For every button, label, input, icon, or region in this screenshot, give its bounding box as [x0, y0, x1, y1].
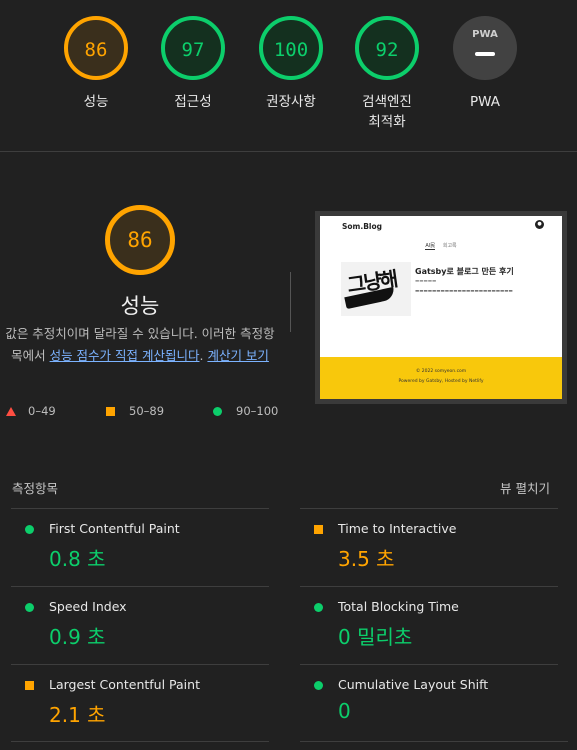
metrics-bottom-divider	[11, 741, 269, 742]
average-square-icon	[314, 525, 323, 534]
pass-circle-icon	[314, 681, 323, 690]
best-practices-label: 권장사항	[266, 94, 316, 110]
metric-speed-index[interactable]: Speed Index 0.9 초	[11, 586, 269, 665]
thumb-nav-item: 회고록	[442, 243, 457, 249]
metric-name: Cumulative Layout Shift	[338, 677, 489, 692]
pwa-icon: PWA	[472, 29, 498, 40]
calculator-link[interactable]: 계산기 보기	[207, 348, 268, 363]
thumb-nav-item: AI民	[425, 243, 436, 250]
pass-circle-icon	[314, 603, 323, 612]
expand-view-toggle[interactable]: 뷰 펼치기	[500, 478, 550, 497]
accessibility-score: 97	[181, 39, 205, 61]
pwa-minus-icon	[475, 52, 495, 56]
thumb-footer-copyright: © 2022 somyeon.com	[415, 369, 467, 374]
metrics-bottom-divider	[300, 741, 568, 742]
metrics-heading: 측정항목	[12, 481, 59, 496]
legend-pass: 90–100	[213, 402, 278, 420]
category-score: 86	[127, 228, 153, 252]
category-title: 성능	[120, 294, 160, 318]
thumb-post-summary: ▬▬▬▬▬▬▬▬▬▬▬▬▬▬▬▬▬▬▬▬▬▬▬	[415, 289, 513, 294]
performance-score: 86	[84, 39, 108, 61]
legend-fail: 0–49	[6, 402, 56, 420]
thumb-nav: AI民 회고록	[320, 242, 562, 250]
metric-value: 3.5 초	[338, 547, 395, 571]
metric-value: 2.1 초	[49, 703, 106, 727]
performance-score-ring: 86	[64, 16, 128, 80]
seo-score: 92	[375, 39, 399, 61]
metric-value: 0.8 초	[49, 547, 106, 571]
legend-average-range: 50–89	[129, 404, 165, 418]
legend-fail-range: 0–49	[28, 404, 56, 418]
section-divider	[0, 151, 577, 152]
legend-average: 50–89	[106, 402, 164, 420]
vertical-separator	[290, 272, 291, 332]
metric-value: 0.9 초	[49, 625, 106, 649]
average-square-icon	[25, 681, 34, 690]
average-square-icon	[106, 407, 115, 416]
fail-triangle-icon	[6, 407, 16, 416]
metric-first-contentful-paint[interactable]: First Contentful Paint 0.8 초	[11, 508, 269, 587]
pass-circle-icon	[25, 525, 34, 534]
performance-label: 성능	[83, 94, 109, 110]
legend-pass-range: 90–100	[236, 404, 279, 418]
pwa-label: PWA	[470, 94, 500, 110]
score-gauges: 86 성능 97 접근성 100 권장사항 92 검색엔진 최적화 PWA PW…	[0, 0, 577, 152]
metric-name: Largest Contentful Paint	[49, 677, 200, 692]
page-screenshot-thumbnail[interactable]: Som.Blog ● AI民 회고록 그냥해 Gatsby로 블로그 만든 후기…	[315, 211, 567, 404]
accessibility-label: 접근성	[174, 94, 212, 110]
metric-name: First Contentful Paint	[49, 521, 180, 536]
thumb-brand: Som.Blog	[342, 222, 383, 231]
metric-total-blocking-time[interactable]: Total Blocking Time 0 밀리초	[300, 586, 558, 665]
seo-label: 검색엔진 최적화	[362, 94, 412, 130]
best-practices-score-ring: 100	[259, 16, 323, 80]
accessibility-score-ring: 97	[161, 16, 225, 80]
best-practices-score: 100	[273, 39, 309, 61]
metric-name: Time to Interactive	[338, 521, 457, 536]
thumb-footer-powered: Powered by Gatsby, Hosted by Netlify	[398, 379, 484, 384]
metric-time-to-interactive[interactable]: Time to Interactive 3.5 초	[300, 508, 558, 587]
metric-name: Total Blocking Time	[338, 599, 459, 614]
metric-name: Speed Index	[49, 599, 127, 614]
seo-score-ring: 92	[355, 16, 419, 80]
score-legend: 0–49 50–89 90–100	[0, 402, 290, 420]
category-description: 값은 추정치이며 달라질 수 있습니다. 이러한 측정항목에서 성능 점수가 직…	[0, 323, 280, 367]
metric-cumulative-layout-shift[interactable]: Cumulative Layout Shift 0	[300, 664, 558, 743]
metric-largest-contentful-paint[interactable]: Largest Contentful Paint 2.1 초	[11, 664, 269, 743]
metric-value: 0 밀리초	[338, 625, 413, 649]
github-icon: ●	[535, 220, 544, 229]
pass-circle-icon	[213, 407, 222, 416]
pwa-badge-ring: PWA	[453, 16, 517, 80]
metric-value: 0	[338, 699, 351, 723]
thumb-footer: © 2022 somyeon.com Powered by Gatsby, Ho…	[320, 357, 562, 399]
pass-circle-icon	[25, 603, 34, 612]
thumb-post-date: ▬▬▬▬▬	[415, 279, 437, 284]
thumb-post-image: 그냥해	[341, 262, 411, 316]
score-calculation-link[interactable]: 성능 점수가 직접 계산됩니다	[50, 348, 200, 363]
thumb-post-title: Gatsby로 블로그 만든 후기	[415, 267, 514, 276]
category-score-ring: 86	[105, 205, 175, 275]
